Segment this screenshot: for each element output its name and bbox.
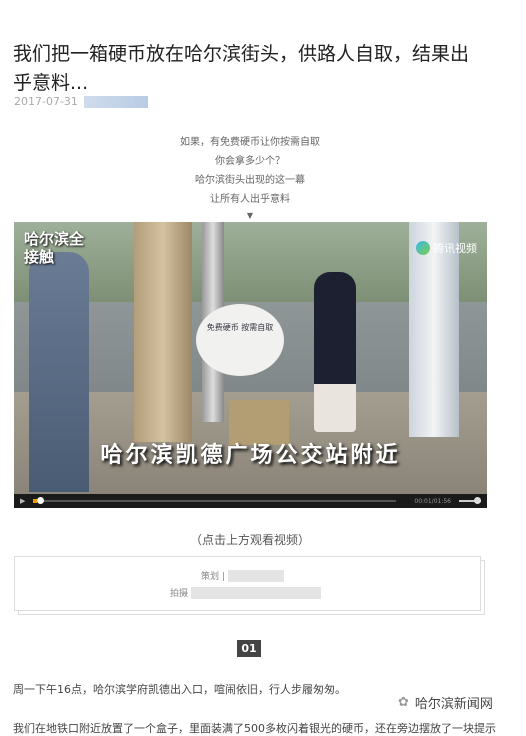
- paragraph: 周一下午16点，哈尔滨学府凯德出入口，喧闹依旧，行人步履匆匆。: [13, 683, 346, 696]
- publish-date: 2017-07-31: [14, 95, 78, 108]
- intro-line: 哈尔滨街头出现的这一幕: [195, 175, 305, 186]
- planner-label: 策划 |: [201, 572, 225, 582]
- wechat-icon: ✿: [398, 695, 409, 710]
- intro-text: 如果，有免费硬币让你按需自取 你会拿多少个？ 哈尔滨街头出现的这一幕 让所有人出…: [0, 133, 500, 223]
- paragraph: 我们在地铁口附近放置了一个盒子，里面装满了500多枚闪着银光的硬币，还在旁边摆放…: [13, 722, 496, 735]
- platform-logo: 腾讯视频: [416, 240, 477, 256]
- video-hint: （点击上方观看视频）: [189, 533, 310, 547]
- intro-line: 如果，有免费硬币让你按需自取: [180, 137, 320, 148]
- channel-logo: 哈尔滨全接触: [24, 230, 85, 266]
- video-controls: ▶ 00:01/01:56: [14, 494, 487, 508]
- video-player[interactable]: 免费硬币 按需自取 哈尔滨全接触 腾讯视频 哈尔滨凯德广场公交站附近 ▶ 00:…: [14, 222, 487, 508]
- account-name-link-blurred[interactable]: [83, 95, 148, 108]
- tencent-video-icon: [416, 241, 430, 255]
- pedestrian: [314, 272, 356, 432]
- section-number: 01: [237, 640, 261, 657]
- play-icon[interactable]: ▶: [20, 497, 25, 505]
- credits-box: 策划 | 拍摄: [14, 556, 481, 611]
- video-time: 00:01/01:56: [414, 497, 451, 505]
- intro-line: 你会拿多少个？: [215, 156, 285, 167]
- video-caption: 哈尔滨凯德广场公交站附近: [100, 443, 401, 468]
- coin-sign: 免费硬币 按需自取: [196, 304, 284, 376]
- watermark: ✿ 哈尔滨新闻网: [398, 693, 493, 712]
- blurred-name: [227, 569, 284, 582]
- down-arrow-icon: ▼: [246, 211, 254, 220]
- progress-bar[interactable]: [33, 497, 397, 504]
- article-title: 我们把一箱硬币放在哈尔滨街头，供路人自取，结果出乎意料...: [13, 43, 470, 94]
- photographer-label: 拍摄: [170, 589, 189, 599]
- article-meta: 2017-07-31: [14, 95, 148, 108]
- intro-line: 让所有人出乎意料: [210, 194, 290, 205]
- volume-slider[interactable]: [459, 497, 481, 504]
- blurred-name: [191, 586, 322, 599]
